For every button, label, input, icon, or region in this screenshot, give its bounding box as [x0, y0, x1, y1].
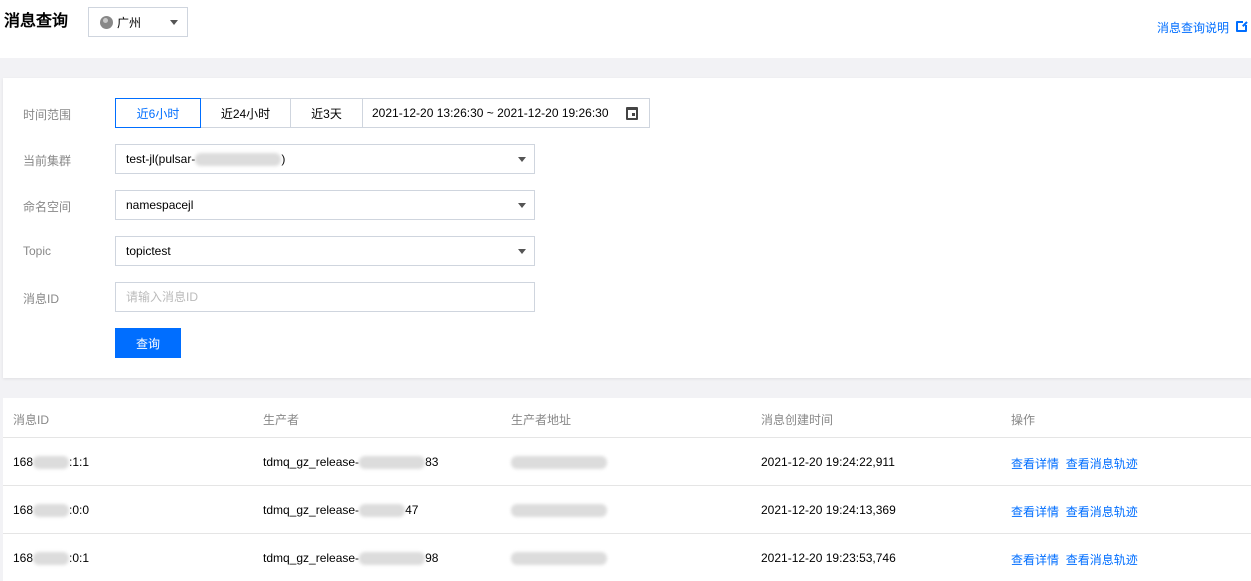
time-range-label: 时间范围: [23, 108, 72, 122]
chevron-down-icon: [518, 249, 526, 254]
namespace-select[interactable]: namespacejl: [115, 190, 535, 220]
time-range-tabs: 近6小时 近24小时 近3天 2021-12-20 13:26:30 ~ 202…: [115, 98, 650, 128]
topic-value: topictest: [126, 244, 171, 258]
msgid-label: 消息ID: [23, 292, 60, 306]
filter-panel: 时间范围 近6小时 近24小时 近3天 2021-12-20 13:26:30 …: [3, 78, 1251, 378]
col-header-msgid: 消息ID: [13, 413, 50, 427]
topic-select[interactable]: topictest: [115, 236, 535, 266]
col-header-producer-address: 生产者地址: [511, 413, 572, 427]
actions-cell: 查看详情 查看消息轨迹: [1011, 503, 1138, 520]
help-link[interactable]: 消息查询说明: [1157, 19, 1229, 36]
col-header-actions: 操作: [1011, 413, 1036, 427]
namespace-label: 命名空间: [23, 200, 72, 214]
page-title: 消息查询: [4, 13, 69, 30]
date-range-value: 2021-12-20 13:26:30 ~ 2021-12-20 19:26:3…: [372, 106, 609, 120]
external-link-icon[interactable]: [1236, 20, 1248, 32]
chevron-down-icon: [170, 20, 178, 25]
chevron-down-icon: [518, 203, 526, 208]
date-range-picker[interactable]: 2021-12-20 13:26:30 ~ 2021-12-20 19:26:3…: [362, 98, 650, 128]
producer-address-cell: [511, 455, 607, 470]
globe-icon: [100, 15, 113, 29]
query-button[interactable]: 查询: [115, 328, 181, 358]
cluster-value-prefix: test-jl(pulsar-: [126, 152, 196, 166]
results-table: 消息ID 生产者 生产者地址 消息创建时间 操作 168:1:1 tdmq_gz…: [3, 398, 1251, 581]
created-time-cell: 2021-12-20 19:24:13,369: [761, 503, 896, 517]
created-time-cell: 2021-12-20 19:23:53,746: [761, 551, 896, 565]
view-detail-link[interactable]: 查看详情: [1011, 505, 1059, 519]
producer-cell: tdmq_gz_release- 83: [263, 455, 439, 470]
producer-cell: tdmq_gz_release- 98: [263, 551, 439, 566]
col-header-created-time: 消息创建时间: [761, 413, 834, 427]
view-trace-link[interactable]: 查看消息轨迹: [1066, 505, 1138, 519]
msgid-cell: 168:1:1: [13, 455, 90, 470]
actions-cell: 查看详情 查看消息轨迹: [1011, 455, 1138, 472]
tab-6h[interactable]: 近6小时: [115, 98, 201, 128]
msgid-input[interactable]: [115, 282, 535, 312]
producer-address-cell: [511, 551, 607, 566]
view-trace-link[interactable]: 查看消息轨迹: [1066, 457, 1138, 471]
created-time-cell: 2021-12-20 19:24:22,911: [761, 455, 895, 469]
namespace-value: namespacejl: [126, 198, 194, 212]
actions-cell: 查看详情 查看消息轨迹: [1011, 551, 1138, 568]
calendar-icon: [626, 107, 638, 120]
view-trace-link[interactable]: 查看消息轨迹: [1066, 553, 1138, 567]
msgid-cell: 168:0:1: [13, 551, 90, 566]
top-bar: 消息查询 广州 消息查询说明: [0, 0, 1251, 58]
view-detail-link[interactable]: 查看详情: [1011, 457, 1059, 471]
table-row: 168:1:1 tdmq_gz_release- 83 2021-12-20 19…: [3, 438, 1251, 486]
view-detail-link[interactable]: 查看详情: [1011, 553, 1059, 567]
table-row: 168:0:1 tdmq_gz_release- 98 2021-12-20 19…: [3, 534, 1251, 581]
cluster-label: 当前集群: [23, 154, 72, 168]
cluster-select[interactable]: test-jl(pulsar- ): [115, 144, 535, 174]
msgid-cell: 168:0:0: [13, 503, 90, 518]
producer-address-cell: [511, 503, 607, 518]
redacted-text: [195, 152, 282, 166]
cluster-value-suffix: ): [281, 152, 286, 166]
tab-24h[interactable]: 近24小时: [200, 98, 291, 128]
table-row: 168:0:0 tdmq_gz_release- 47 2021-12-20 19…: [3, 486, 1251, 534]
table-header: 消息ID 生产者 生产者地址 消息创建时间 操作: [3, 398, 1251, 438]
col-header-producer: 生产者: [263, 413, 300, 427]
tab-3d[interactable]: 近3天: [290, 98, 363, 128]
region-label: 广州: [117, 15, 142, 30]
chevron-down-icon: [518, 157, 526, 162]
topic-label: Topic: [23, 244, 52, 258]
producer-cell: tdmq_gz_release- 47: [263, 503, 419, 518]
region-selector[interactable]: 广州: [88, 7, 188, 37]
